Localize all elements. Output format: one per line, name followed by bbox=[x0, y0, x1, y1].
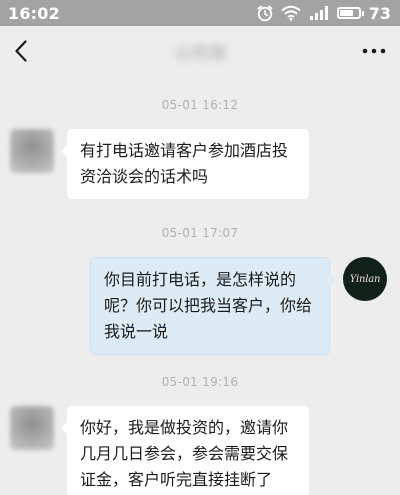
incoming-message[interactable]: 有打电话邀请客户参加酒店投资洽谈会的话术吗 bbox=[61, 129, 309, 199]
contact-avatar[interactable] bbox=[10, 129, 54, 173]
signal-icon bbox=[308, 5, 330, 21]
my-avatar[interactable]: Yinlan bbox=[343, 257, 387, 301]
chat-messages[interactable]: 05-01 16:12 有打电话邀请客户参加酒店投资洽谈会的话术吗 05-01 … bbox=[0, 76, 400, 495]
message-text: 你目前打电话，是怎样说的呢？你可以把我当客户，你给我说一说 bbox=[104, 270, 313, 341]
more-icon bbox=[362, 48, 386, 54]
status-time: 16:02 bbox=[8, 3, 60, 23]
avatar-logo-text: Yinlan bbox=[349, 273, 381, 285]
message-text: 有打电话邀请客户参加酒店投资洽谈会的话术吗 bbox=[80, 141, 289, 186]
battery-icon bbox=[336, 7, 361, 19]
battery-percentage: 73 bbox=[368, 3, 391, 23]
battery-indicator: 73 bbox=[336, 3, 391, 23]
incoming-message[interactable]: 你好，我是做投资的，邀请你几月几日参会，参会需要交保证金，客户听完直接挂断了 bbox=[61, 406, 309, 495]
message-text: 你好，我是做投资的，邀请你几月几日参会，参会需要交保证金，客户听完直接挂断了 bbox=[80, 418, 289, 489]
status-bar: 16:02 73 bbox=[0, 0, 400, 26]
wifi-icon bbox=[281, 5, 301, 21]
alarm-icon bbox=[256, 4, 274, 22]
chat-title: 公司测 bbox=[0, 26, 400, 76]
status-icons: 73 bbox=[256, 4, 391, 23]
nav-bar: 公司测 bbox=[0, 26, 400, 76]
outgoing-message[interactable]: 你目前打电话，是怎样说的呢？你可以把我当客户，你给我说一说 bbox=[90, 257, 336, 355]
message-timestamp: 05-01 19:16 bbox=[161, 375, 239, 389]
message-timestamp: 05-01 16:12 bbox=[161, 98, 239, 112]
contact-name: 公司测 bbox=[174, 43, 226, 64]
more-options-button[interactable] bbox=[356, 31, 386, 71]
battery-level bbox=[339, 10, 353, 16]
contact-avatar[interactable] bbox=[10, 406, 54, 450]
message-timestamp: 05-01 17:07 bbox=[161, 226, 239, 240]
chevron-left-icon bbox=[15, 40, 27, 62]
back-button[interactable] bbox=[14, 31, 44, 71]
